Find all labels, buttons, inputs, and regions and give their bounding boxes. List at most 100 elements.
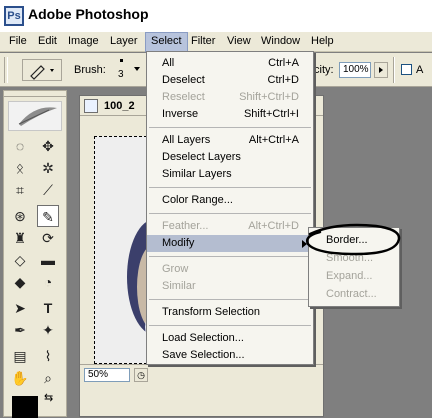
pencil-icon (30, 65, 54, 80)
menu-separator (149, 325, 311, 326)
magic-wand-tool-icon[interactable]: ✲ (37, 157, 59, 179)
status-info-icon[interactable]: ◷ (134, 368, 148, 382)
menu-item-label: Modify (162, 237, 195, 249)
menu-item-shortcut: Shift+Ctrl+D (239, 91, 299, 103)
menu-item-label: Reselect (162, 91, 205, 103)
select-menu: All Ctrl+A Deselect Ctrl+D Reselect Shift+C… (146, 51, 314, 365)
menu-item-label: Inverse (162, 108, 199, 120)
menu-edit[interactable]: Edit (33, 32, 62, 52)
menu-item-similar-layers[interactable]: Similar Layers (147, 166, 313, 183)
menu-item-save-selection[interactable]: Save Selection... (147, 347, 313, 364)
menu-item-load-selection[interactable]: Load Selection... (147, 330, 313, 347)
menu-select[interactable]: Select (145, 32, 188, 52)
menu-help[interactable]: Help (306, 32, 339, 52)
submenu-item-contract: Contract... (309, 286, 399, 303)
marquee-tool-icon[interactable]: ◌ (9, 135, 31, 157)
submenu-item-smooth: Smooth... (309, 250, 399, 267)
menu-item-label: Feather... (162, 220, 209, 232)
document-status-bar: 50% ◷ (80, 364, 323, 384)
menu-window[interactable]: Window (256, 32, 305, 52)
menu-item-deselect-layers[interactable]: Deselect Layers (147, 149, 313, 166)
document-title: 100_2 (104, 100, 135, 112)
zoom-field[interactable]: 50% (84, 368, 130, 382)
menu-item-shortcut: Ctrl+D (267, 74, 299, 86)
menu-image[interactable]: Image (63, 32, 104, 52)
menu-bar: File Edit Image Layer Select Filter View… (0, 32, 432, 52)
photoshop-app-icon: Ps (4, 6, 24, 26)
healing-brush-tool-icon[interactable]: ⊛ (9, 205, 31, 227)
menu-item-label: Similar Layers (162, 168, 232, 180)
tool-preset-picker[interactable] (22, 59, 62, 81)
auto-erase-checkbox[interactable] (401, 64, 412, 75)
swap-colors-icon[interactable]: ⇆ (44, 391, 53, 404)
menu-item-transform-selection[interactable]: Transform Selection (147, 304, 313, 321)
menu-item-label: Grow (162, 263, 189, 275)
dodge-tool-icon[interactable]: ◔ (37, 271, 59, 293)
app-title: Adobe Photoshop (28, 6, 149, 22)
menu-item-shortcut: Alt+Ctrl+A (248, 134, 299, 146)
modify-submenu: Border... Smooth... Expand... Contract..… (308, 227, 400, 307)
menu-item-inverse[interactable]: Inverse Shift+Ctrl+I (147, 106, 313, 123)
history-brush-tool-icon[interactable]: ⟳ (37, 227, 59, 249)
feather-logo-icon (18, 107, 57, 126)
menu-view[interactable]: View (222, 32, 256, 52)
menu-item-grow: Grow (147, 261, 313, 278)
menu-item-label: Similar (162, 280, 196, 292)
menu-item-label: All (162, 57, 175, 69)
menu-file[interactable]: File (4, 32, 32, 52)
menu-item-label: Contract... (326, 288, 377, 300)
document-icon (84, 99, 98, 113)
crop-tool-icon[interactable]: ⌗ (9, 179, 31, 201)
zoom-tool-icon[interactable]: ⌕ (37, 367, 59, 389)
clone-stamp-tool-icon[interactable]: ♜ (9, 227, 31, 249)
blur-tool-icon[interactable]: ◆ (9, 271, 31, 293)
notes-tool-icon[interactable]: ▤ (9, 345, 31, 367)
chevron-down-icon (134, 67, 140, 71)
gradient-tool-icon[interactable]: ▬ (37, 249, 59, 271)
eraser-tool-icon[interactable]: ◇ (9, 249, 31, 271)
menu-item-deselect[interactable]: Deselect Ctrl+D (147, 72, 313, 89)
menu-filter[interactable]: Filter (186, 32, 220, 52)
menu-item-shortcut: Alt+Ctrl+D (248, 220, 299, 232)
pencil-tool-icon[interactable]: ✎ (37, 205, 59, 227)
menu-separator (149, 213, 311, 214)
checkbox-label-partial: A (416, 64, 424, 76)
divider (393, 57, 395, 83)
lasso-tool-icon[interactable]: ᛟ (9, 157, 31, 179)
submenu-item-expand: Expand... (309, 268, 399, 285)
menu-item-similar: Similar (147, 278, 313, 295)
menu-item-reselect: Reselect Shift+Ctrl+D (147, 89, 313, 106)
opacity-dropdown-button[interactable] (374, 62, 388, 78)
foreground-color-swatch[interactable] (12, 396, 38, 418)
pen-tool-icon[interactable]: ✒ (9, 319, 31, 341)
toolbox-grip[interactable] (4, 91, 66, 97)
menu-item-label: Load Selection... (162, 332, 244, 344)
shape-tool-icon[interactable]: ✦ (37, 319, 59, 341)
menu-layer[interactable]: Layer (105, 32, 143, 52)
eyedropper-tool-icon[interactable]: ⌇ (37, 345, 59, 367)
menu-separator (149, 256, 311, 257)
grip-handle[interactable] (4, 57, 8, 83)
opacity-field[interactable]: 100% (339, 62, 371, 78)
menu-item-color-range[interactable]: Color Range... (147, 192, 313, 209)
slice-tool-icon[interactable]: ⟋ (37, 179, 59, 201)
menu-item-label: Color Range... (162, 194, 233, 206)
type-tool-icon[interactable]: T (37, 297, 59, 319)
move-tool-icon[interactable]: ✥ (37, 135, 59, 157)
brush-tip-preview (120, 59, 123, 62)
menu-item-all-layers[interactable]: All Layers Alt+Ctrl+A (147, 132, 313, 149)
hand-tool-icon[interactable]: ✋ (9, 367, 31, 389)
menu-separator (149, 299, 311, 300)
submenu-arrow-icon (302, 240, 307, 248)
path-selection-tool-icon[interactable]: ➤ (9, 297, 31, 319)
brush-label: Brush: (74, 64, 106, 76)
menu-item-label: Transform Selection (162, 306, 261, 318)
toolbox-header[interactable] (8, 101, 62, 131)
toolbox: ◌ ✥ ᛟ ✲ ⌗ ⟋ ⊛ ✎ ♜ ⟳ ◇ ▬ ◆ ◔ ➤ T ✒ ✦ ▤ ⌇ … (3, 90, 67, 418)
menu-item-all[interactable]: All Ctrl+A (147, 55, 313, 72)
brush-picker[interactable]: 3 (112, 57, 142, 83)
menu-separator (149, 187, 311, 188)
submenu-item-border[interactable]: Border... (309, 232, 399, 249)
menu-item-modify[interactable]: Modify (147, 235, 313, 252)
chevron-right-icon (379, 67, 383, 73)
